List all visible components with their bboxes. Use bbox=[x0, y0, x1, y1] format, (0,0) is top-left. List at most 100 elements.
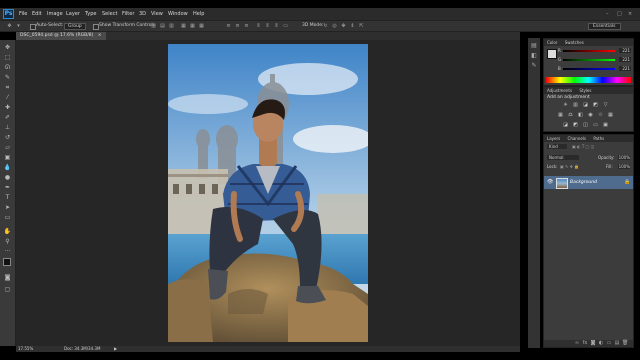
foreground-color-swatch[interactable] bbox=[3, 258, 11, 266]
eyedropper-tool-icon[interactable]: ⁄ bbox=[3, 94, 12, 102]
gradient-tool-icon[interactable]: ▣ bbox=[3, 154, 12, 162]
properties-panel-icon[interactable]: ◧ bbox=[530, 52, 538, 60]
tab-channels[interactable]: Channels bbox=[568, 136, 587, 141]
menu-3d[interactable]: 3D bbox=[139, 11, 146, 17]
hand-tool-icon[interactable]: ✋ bbox=[3, 228, 12, 236]
marquee-tool-icon[interactable]: ⬚ bbox=[3, 54, 12, 62]
pen-tool-icon[interactable]: ✒ bbox=[3, 184, 12, 192]
color-balance-icon[interactable]: ⚖ bbox=[567, 112, 574, 118]
green-slider[interactable] bbox=[563, 59, 615, 61]
exposure-icon[interactable]: ◩ bbox=[592, 102, 599, 108]
foreground-color-swatch[interactable] bbox=[547, 49, 557, 59]
tab-swatches[interactable]: Swatches bbox=[565, 40, 584, 45]
auto-align-icon[interactable]: ▭ bbox=[282, 23, 289, 29]
layer-row[interactable]: 👁 Background 🔒 bbox=[544, 176, 633, 189]
distribute-right-icon[interactable]: ⦀ bbox=[273, 23, 280, 29]
menu-type[interactable]: Type bbox=[85, 11, 96, 17]
threshold-icon[interactable]: ◫ bbox=[582, 122, 589, 128]
tab-styles[interactable]: Styles bbox=[579, 88, 591, 93]
blend-mode-dropdown[interactable]: Normal bbox=[547, 155, 579, 160]
blue-value-input[interactable]: 221 bbox=[619, 66, 631, 71]
tab-paths[interactable]: Paths bbox=[593, 136, 604, 141]
menu-edit[interactable]: Edit bbox=[32, 11, 42, 17]
eraser-tool-icon[interactable]: ▱ bbox=[3, 144, 12, 152]
distribute-top-icon[interactable]: ≡ bbox=[225, 23, 232, 29]
quick-select-tool-icon[interactable]: ✎ bbox=[3, 74, 12, 82]
zoom-tool-icon[interactable]: ⚲ bbox=[3, 238, 12, 246]
3d-slide-icon[interactable]: ⇕ bbox=[349, 23, 356, 29]
fill-input[interactable]: 100% bbox=[618, 164, 630, 169]
tab-color[interactable]: Color bbox=[547, 40, 557, 45]
layer-filter-kind[interactable]: Kind bbox=[547, 144, 567, 149]
selective-color-icon[interactable]: ▣ bbox=[602, 122, 609, 128]
move-tool-icon[interactable]: ✥ bbox=[6, 23, 13, 29]
black-white-icon[interactable]: ◧ bbox=[577, 112, 584, 118]
brightness-contrast-icon[interactable]: ☀ bbox=[562, 102, 569, 108]
dodge-tool-icon[interactable]: ● bbox=[3, 174, 12, 182]
add-mask-icon[interactable]: ◙ bbox=[590, 340, 596, 346]
vibrance-icon[interactable]: ▽ bbox=[602, 102, 609, 108]
history-brush-tool-icon[interactable]: ↺ bbox=[3, 134, 12, 142]
maximize-icon[interactable]: □ bbox=[617, 11, 622, 17]
path-select-tool-icon[interactable]: ➤ bbox=[3, 204, 12, 212]
menu-image[interactable]: Image bbox=[47, 11, 63, 17]
layer-style-icon[interactable]: fx bbox=[582, 340, 588, 346]
align-right-icon[interactable]: ▦ bbox=[198, 23, 205, 29]
tab-layers[interactable]: Layers bbox=[547, 136, 560, 141]
screen-mode-icon[interactable]: ▢ bbox=[3, 286, 12, 294]
menu-window[interactable]: Window bbox=[168, 11, 188, 17]
photo-filter-icon[interactable]: ◉ bbox=[587, 112, 594, 118]
menu-select[interactable]: Select bbox=[102, 11, 117, 17]
align-bottom-icon[interactable]: ▥ bbox=[168, 23, 175, 29]
3d-scale-icon[interactable]: ⇱ bbox=[358, 23, 365, 29]
gradient-map-icon[interactable]: ▭ bbox=[592, 122, 599, 128]
blue-slider[interactable] bbox=[563, 68, 615, 70]
type-tool-icon[interactable]: T bbox=[3, 194, 12, 202]
delete-layer-icon[interactable]: 🗑 bbox=[622, 340, 628, 346]
menu-file[interactable]: File bbox=[19, 11, 27, 17]
zoom-level[interactable]: 17.55% bbox=[18, 346, 33, 351]
eye-icon[interactable]: 👁 bbox=[547, 179, 553, 185]
close-icon[interactable]: × bbox=[628, 11, 632, 17]
tab-adjustments[interactable]: Adjustments bbox=[547, 88, 572, 93]
red-value-input[interactable]: 221 bbox=[619, 48, 631, 53]
green-value-input[interactable]: 221 bbox=[619, 57, 631, 62]
new-group-icon[interactable]: ▭ bbox=[606, 340, 612, 346]
close-tab-icon[interactable]: × bbox=[98, 33, 102, 38]
color-lookup-icon[interactable]: ▦ bbox=[607, 112, 614, 118]
workspace-dropdown[interactable]: Essentials bbox=[588, 23, 621, 30]
more-tools-icon[interactable]: … bbox=[3, 246, 12, 254]
crop-tool-icon[interactable]: ⌗ bbox=[3, 84, 12, 92]
new-adjustment-layer-icon[interactable]: ◐ bbox=[598, 340, 604, 346]
align-middle-icon[interactable]: ▤ bbox=[159, 23, 166, 29]
history-panel-icon[interactable]: ▤ bbox=[530, 42, 538, 50]
filter-icons[interactable]: ▣ ◐ T ▢ ◫ bbox=[572, 144, 594, 149]
quick-mask-icon[interactable]: ◙ bbox=[3, 274, 12, 282]
invert-icon[interactable]: ◪ bbox=[562, 122, 569, 128]
hue-saturation-icon[interactable]: ▦ bbox=[557, 112, 564, 118]
shape-tool-icon[interactable]: ▭ bbox=[3, 214, 12, 222]
posterize-icon[interactable]: ◩ bbox=[572, 122, 579, 128]
lasso-tool-icon[interactable]: ᘏ bbox=[3, 64, 12, 72]
curves-icon[interactable]: ◪ bbox=[582, 102, 589, 108]
brush-panel-icon[interactable]: ✎ bbox=[530, 62, 538, 70]
clone-stamp-tool-icon[interactable]: ⊥ bbox=[3, 124, 12, 132]
distribute-left-icon[interactable]: ⦀ bbox=[255, 23, 262, 29]
align-left-icon[interactable]: ▦ bbox=[180, 23, 187, 29]
menu-layer[interactable]: Layer bbox=[66, 11, 80, 17]
menu-view[interactable]: View bbox=[151, 11, 163, 17]
new-layer-icon[interactable]: ▤ bbox=[614, 340, 620, 346]
chevron-down-icon[interactable]: ▾ bbox=[15, 23, 22, 29]
status-menu-arrow-icon[interactable]: ▶ bbox=[114, 346, 117, 351]
opacity-input[interactable]: 100% bbox=[618, 155, 630, 160]
blur-tool-icon[interactable]: 💧 bbox=[3, 164, 12, 172]
channel-mixer-icon[interactable]: ♲ bbox=[597, 112, 604, 118]
healing-brush-tool-icon[interactable]: ✚ bbox=[3, 104, 12, 112]
lock-icons[interactable]: ▣ ✎ ✥ 🔒 bbox=[560, 164, 579, 169]
distribute-bottom-icon[interactable]: ≡ bbox=[243, 23, 250, 29]
align-top-icon[interactable]: ▥ bbox=[150, 23, 157, 29]
align-center-icon[interactable]: ▦ bbox=[189, 23, 196, 29]
link-layers-icon[interactable]: ∞ bbox=[574, 340, 580, 346]
auto-select-dropdown[interactable]: Group bbox=[64, 23, 86, 30]
levels-icon[interactable]: ▥ bbox=[572, 102, 579, 108]
